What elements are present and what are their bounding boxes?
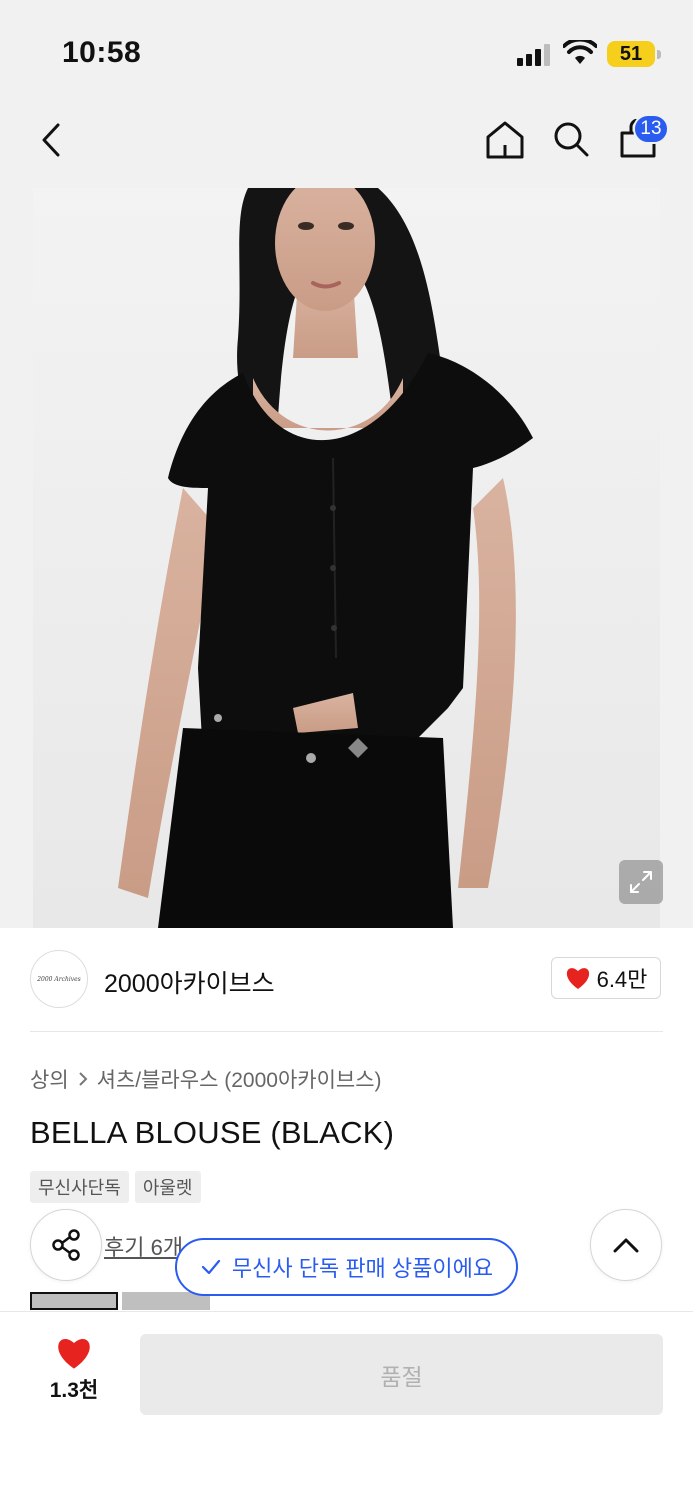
wishlist-button[interactable]: 1.3천 [30,1336,118,1406]
share-icon [52,1229,80,1261]
search-icon[interactable] [551,119,591,159]
heart-icon [58,1339,90,1369]
tag-outlet: 아울렛 [134,1171,201,1203]
review-thumbnail[interactable] [30,1292,118,1310]
signal-icon [517,44,550,66]
wishlist-count: 1.3천 [49,1379,99,1402]
expand-image-button[interactable] [619,860,663,904]
breadcrumb-subcategory[interactable]: 셔츠/블라우스 (2000아카이브스) [97,1064,382,1094]
brand-name[interactable]: 2000아카이브스 [104,964,275,1000]
battery-icon: 51 [607,41,655,67]
scroll-top-button[interactable] [590,1209,662,1281]
brand-logo-text: 2000 Archives [37,975,81,983]
status-bar: 10:58 51 [0,0,693,100]
chevron-up-icon [613,1238,639,1253]
brand-like-count: 6.4만 [596,967,648,992]
review-thumbnails [30,1292,210,1310]
product-tags: 무신사단독 아울렛 [30,1171,201,1203]
model-photo [118,188,533,928]
share-button[interactable] [30,1209,102,1281]
brand-logo[interactable]: 2000 Archives [30,950,88,1008]
check-icon [201,1259,220,1275]
sold-out-button[interactable]: 품절 [140,1334,663,1415]
review-link[interactable]: 후기 6개 [104,1230,183,1262]
breadcrumb-category[interactable]: 상의 [30,1064,69,1094]
product-title: BELLA BLOUSE (BLACK) [30,1115,395,1150]
divider [30,1031,663,1032]
back-arrow-icon[interactable] [36,120,68,160]
product-image[interactable] [33,188,660,928]
cart-count-badge: 13 [633,114,669,144]
breadcrumb: 상의 셔츠/블라우스 (2000아카이브스) [30,1064,382,1094]
expand-icon [630,871,652,893]
toast-text: 무신사 단독 판매 상품이에요 [231,1256,494,1281]
brand-like-button[interactable]: 6.4만 [551,957,661,999]
heart-icon [566,968,589,989]
tag-exclusive: 무신사단독 [30,1171,129,1203]
battery-tip [657,50,661,59]
exclusive-toast: 무신사 단독 판매 상품이에요 [175,1238,518,1296]
chevron-right-icon [78,1072,88,1086]
wifi-icon [563,40,597,64]
home-icon[interactable] [484,119,526,161]
status-time: 10:58 [62,36,142,69]
